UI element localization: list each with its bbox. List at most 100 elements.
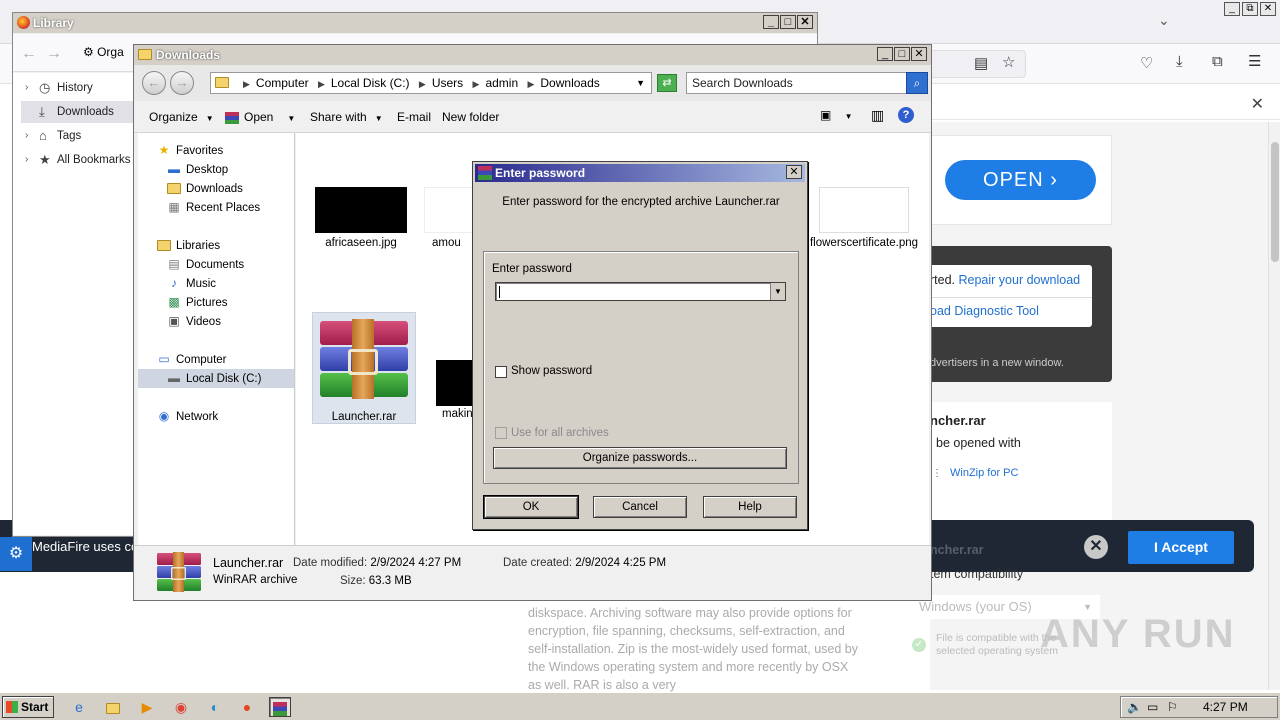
file-item[interactable]: makin: [436, 360, 476, 420]
view-options-icon[interactable]: ▣ ▼: [820, 108, 853, 122]
use-for-all-checkbox[interactable]: [495, 427, 507, 439]
file-item[interactable]: africaseen.jpg: [311, 187, 411, 249]
menu-icon[interactable]: ☰: [1248, 52, 1261, 70]
winrar-taskbar-icon[interactable]: [269, 697, 291, 717]
organize-passwords-button[interactable]: Organize passwords...: [493, 447, 787, 469]
open-button[interactable]: OPEN ›: [945, 160, 1096, 200]
file-explorer-icon[interactable]: [102, 697, 124, 717]
clock: 4:27 PM: [1203, 700, 1248, 714]
downloads-icon[interactable]: ⤓: [1176, 53, 1183, 70]
volume-icon[interactable]: 🔈: [1127, 697, 1142, 717]
minimize-icon[interactable]: _: [877, 47, 893, 61]
open-button[interactable]: Open ▼: [225, 110, 295, 124]
file-item[interactable]: amou: [424, 187, 474, 249]
pocket-icon[interactable]: ♡: [1140, 54, 1153, 72]
close-icon[interactable]: ✕: [1251, 94, 1264, 114]
maximize-icon[interactable]: □: [894, 47, 910, 61]
nav-libraries[interactable]: Libraries: [156, 236, 220, 255]
nav-local-disk[interactable]: ▬ Local Disk (C:): [166, 369, 261, 388]
nav-downloads[interactable]: Downloads: [166, 179, 243, 198]
breadcrumb-computer[interactable]: Computer: [256, 76, 309, 90]
file-item[interactable]: flowerscertificate.png: [804, 187, 924, 250]
bookmark-star-icon[interactable]: ☆: [1002, 53, 1015, 71]
sidebar-item-all-bookmarks[interactable]: › ★ All Bookmarks: [21, 149, 133, 171]
music-icon: ♪: [171, 276, 177, 290]
settings-gear-icon[interactable]: ⚙: [0, 537, 32, 571]
nav-pictures[interactable]: ▩ Pictures: [166, 293, 227, 312]
sidebar-item-downloads[interactable]: ⤓ Downloads: [21, 101, 133, 123]
preview-pane-icon[interactable]: ▥: [871, 107, 884, 124]
close-icon[interactable]: ✕: [797, 15, 813, 29]
taskbar: Start e ▶ ◉ ◐ ● 🔈 ▭ ⚐ 4:27 PM: [0, 692, 1280, 720]
share-with-button[interactable]: Share with ▼: [310, 110, 383, 124]
cancel-button[interactable]: Cancel: [593, 496, 687, 518]
edge-icon[interactable]: ◐: [204, 697, 226, 717]
restore-icon[interactable]: ⧉: [1242, 2, 1258, 16]
search-icon[interactable]: ⌕: [906, 72, 928, 94]
email-button[interactable]: E-mail: [397, 110, 431, 124]
repair-download-link[interactable]: Repair your download: [959, 273, 1081, 287]
notification-bar: ✕: [930, 88, 1280, 120]
scrollbar-thumb[interactable]: [1271, 142, 1279, 262]
flag-icon[interactable]: ⚐: [1167, 697, 1178, 717]
back-forward-icons[interactable]: ← →: [21, 45, 62, 63]
nav-network[interactable]: ◉ Network: [156, 407, 218, 426]
reader-view-icon[interactable]: ▤: [974, 54, 988, 72]
diagnostic-tool-link[interactable]: oad Diagnostic Tool: [930, 304, 1039, 318]
address-bar[interactable]: ▶ Computer ▶ Local Disk (C:) ▶ Users ▶ admin…: [210, 72, 652, 94]
password-label: Enter password: [492, 263, 572, 275]
sidebar-item-tags[interactable]: › ⌂ Tags: [21, 125, 133, 147]
internet-explorer-icon[interactable]: e: [68, 697, 90, 717]
details-modified: Date modified: 2/9/2024 4:27 PM: [293, 557, 461, 569]
breadcrumb-admin[interactable]: admin: [485, 76, 518, 90]
show-password-checkbox[interactable]: [495, 366, 507, 378]
minimize-icon[interactable]: _: [1224, 2, 1240, 16]
new-folder-button[interactable]: New folder: [442, 110, 499, 124]
back-arrow-icon[interactable]: ←: [142, 71, 166, 95]
compatibility-info: ✓ File is compatible with the selected op…: [912, 632, 1092, 658]
nav-recent-places[interactable]: ▦ Recent Places: [166, 198, 260, 217]
cookie-close-icon[interactable]: ✕: [1084, 535, 1108, 559]
nav-music[interactable]: ♪ Music: [166, 274, 216, 293]
nav-computer[interactable]: ▭ Computer: [156, 350, 226, 369]
nav-documents[interactable]: ▤ Documents: [166, 255, 244, 274]
maximize-icon[interactable]: □: [780, 15, 796, 29]
nav-desktop[interactable]: ▬ Desktop: [166, 160, 228, 179]
close-icon[interactable]: ✕: [1260, 2, 1276, 16]
breadcrumb-downloads[interactable]: Downloads: [540, 76, 599, 90]
nav-videos[interactable]: ▣ Videos: [166, 312, 221, 331]
sidebar-item-history[interactable]: › ◷ History: [21, 77, 133, 99]
library-organize-button[interactable]: ⚙ Orga: [83, 45, 124, 59]
help-button[interactable]: Help: [703, 496, 797, 518]
breadcrumb-users[interactable]: Users: [432, 76, 463, 90]
firefox-logo-icon: [17, 16, 30, 29]
tab-list-chevron-icon[interactable]: ⌄: [1158, 12, 1170, 29]
close-icon[interactable]: ✕: [911, 47, 927, 61]
computer-icon: ▭: [158, 352, 170, 366]
chrome-icon[interactable]: ◉: [170, 697, 192, 717]
breadcrumb-local-disk[interactable]: Local Disk (C:): [331, 76, 410, 90]
help-icon[interactable]: ?: [898, 107, 914, 123]
chevron-down-icon[interactable]: ▼: [770, 283, 785, 300]
file-name: africaseen.jpg: [325, 237, 397, 249]
chevron-down-icon[interactable]: ▼: [636, 73, 645, 93]
page-scrollbar[interactable]: [1268, 122, 1280, 690]
forward-arrow-icon[interactable]: →: [170, 71, 194, 95]
extensions-icon[interactable]: ⧉: [1212, 53, 1223, 70]
nav-favorites[interactable]: ★ Favorites: [156, 141, 224, 160]
refresh-icon[interactable]: ⇄: [657, 74, 677, 92]
accept-button[interactable]: I Accept: [1128, 531, 1234, 564]
ok-button[interactable]: OK: [483, 495, 579, 519]
media-player-icon[interactable]: ▶: [136, 697, 158, 717]
close-icon[interactable]: ✕: [786, 165, 802, 179]
firefox-icon[interactable]: ●: [236, 697, 258, 717]
os-select[interactable]: Windows (your OS) ▼: [910, 595, 1100, 619]
search-input[interactable]: Search Downloads: [686, 72, 908, 94]
password-input[interactable]: ▼: [495, 282, 786, 301]
winzip-link[interactable]: WinZip for PC: [950, 467, 1018, 479]
organize-button[interactable]: Organize ▼: [149, 110, 214, 124]
start-button[interactable]: Start: [2, 696, 54, 718]
minimize-icon[interactable]: _: [763, 15, 779, 29]
file-item-selected[interactable]: Launcher.rar: [312, 312, 416, 424]
network-icon[interactable]: ▭: [1147, 697, 1158, 717]
